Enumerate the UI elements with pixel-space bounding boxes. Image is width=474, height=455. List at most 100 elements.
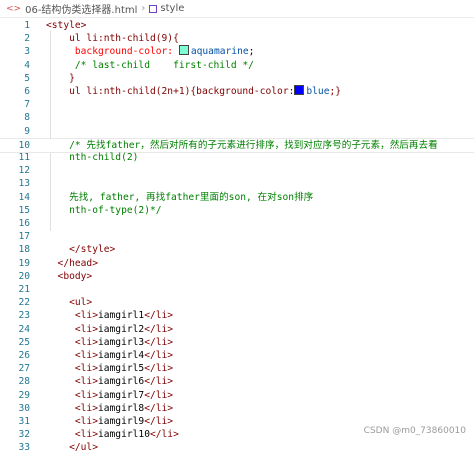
code-text: <li>iamgirl1</li> [46,309,173,322]
code-text: <li>iamgirl7</li> [46,389,173,402]
line-number: 7 [24,99,30,111]
breadcrumb-file[interactable]: 06-结构伪类选择器.html [25,1,137,16]
code-line[interactable]: 12 [0,164,474,177]
code-line[interactable]: 5 } [0,72,474,85]
code-line[interactable]: 11 nth-child(2) [0,151,474,164]
code-line[interactable]: 20 <body> [0,270,474,283]
line-number: 16 [18,218,30,229]
code-token: <li> [46,402,98,414]
code-token: </style> [46,244,116,256]
line-number: 8 [24,112,30,124]
code-line[interactable]: 30 <li>iamgirl8</li> [0,402,474,415]
code-text: ul li:nth-child(2n+1){background-color: b… [46,85,341,98]
html-file-icon: <> [6,3,22,14]
code-token: </li> [144,310,174,322]
code-token: </li> [144,389,174,401]
line-number: 5 [24,72,30,84]
code-line[interactable]: 28 <li>iamgirl6</li> [0,375,474,388]
code-token: <li> [46,310,98,322]
code-token: <li> [46,389,98,401]
line-number: 4 [24,59,30,71]
line-number: 15 [18,204,30,216]
code-line[interactable]: 2 ul li:nth-child(9){ [0,32,474,45]
code-token: blue [306,86,330,97]
code-line[interactable]: 33 </ul> [0,441,474,454]
code-line[interactable]: 7 [0,98,474,111]
code-line[interactable]: 6 ul li:nth-child(2n+1){background-color… [0,85,474,98]
code-token: iamgirl8 [97,402,145,414]
code-token: ul li:nth-child(2n+1){background-color: [46,86,295,97]
line-number: 19 [18,257,30,269]
code-editor[interactable]: 1 <style> 2 ul li:nth-child(9){3 backgroun… [0,18,474,453]
code-line[interactable]: 26 <li>iamgirl4</li> [0,349,474,362]
code-text: <li>iamgirl9</li> [46,415,173,428]
code-token: iamgirl4 [97,350,145,361]
line-number: 21 [18,284,30,295]
code-line[interactable]: 18 </style> [0,243,474,256]
code-token: iamgirl5 [97,363,145,375]
line-number: 14 [18,191,30,203]
code-token: <body> [46,270,93,282]
code-token: </head> [46,257,98,269]
code-line[interactable]: 23 <li>iamgirl1</li> [0,309,474,322]
code-line[interactable]: 3 background-color: aquamarine; [0,45,474,58]
code-line[interactable]: 17 [0,230,474,243]
line-number: 30 [18,402,30,414]
color-swatch-icon[interactable] [178,45,189,56]
code-text: <li>iamgirl3</li> [46,336,173,349]
code-token: nth-of-type(2)*/ [46,204,162,216]
line-number: 2 [24,33,30,45]
code-text: </ul> [46,441,98,454]
line-number: 13 [18,178,30,190]
chevron-right-icon: › [141,3,146,14]
code-token: iamgirl1 [97,310,145,322]
code-text: <ul> [46,296,92,309]
line-number: 20 [18,270,30,282]
code-text: <body> [46,270,93,283]
code-line[interactable]: 4 /* last-child first-child */ [0,59,474,72]
code-text: <li>iamgirl2</li> [46,323,173,336]
code-line[interactable]: 19 </head> [0,257,474,270]
code-text: </style> [46,243,115,256]
breadcrumb-node[interactable]: style [160,3,184,14]
code-line[interactable]: 15 nth-of-type(2)*/ [0,204,474,217]
line-number: 31 [18,416,30,427]
line-number: 25 [18,336,30,348]
breadcrumb[interactable]: <> 06-结构伪类选择器.html › style [0,0,474,18]
code-token: </li> [144,323,174,335]
code-token: <ul> [46,297,93,309]
code-text: nth-child(2) [46,151,138,164]
code-line[interactable]: 29 <li>iamgirl7</li> [0,389,474,402]
code-text: <li>iamgirl6</li> [46,375,173,388]
code-token: iamgirl3 [97,336,145,348]
code-token: /* 先找father，然后对所有的子元素进行排序，找到对应序号的子元素，然后再… [46,139,438,151]
code-line[interactable]: 1 <style> [0,19,474,32]
code-token: } [46,72,75,84]
code-token: </li> [149,429,179,441]
code-token: <li> [46,336,98,348]
code-line[interactable]: 13 [0,177,474,190]
code-line[interactable]: 22 <ul> [0,296,474,309]
code-line[interactable]: 16 [0,217,474,230]
code-token: </li> [144,376,174,388]
code-line[interactable]: 21 [0,283,474,296]
code-line[interactable]: 9 [0,125,474,138]
code-token: </li> [144,416,174,427]
code-token: <li> [46,376,98,388]
code-text: <li>iamgirl8</li> [46,402,173,415]
code-line[interactable]: 8 [0,111,474,124]
code-token: </li> [144,402,174,414]
color-swatch-icon[interactable] [294,85,305,95]
line-number: 6 [24,86,30,97]
code-token: nth-child(2) [46,152,139,163]
line-number: 32 [18,429,30,441]
line-number: 29 [18,389,30,401]
code-line[interactable]: 27 <li>iamgirl5</li> [0,362,474,375]
line-number: 3 [24,46,30,58]
line-number: 11 [18,152,30,163]
code-line[interactable]: 24 <li>iamgirl2</li> [0,323,474,336]
code-line[interactable]: 25 <li>iamgirl3</li> [0,336,474,349]
line-number: 9 [24,125,30,137]
code-line[interactable]: 14 先找, father, 再找father里面的son, 在对son排序 [0,191,474,204]
line-number: 1 [24,20,30,31]
